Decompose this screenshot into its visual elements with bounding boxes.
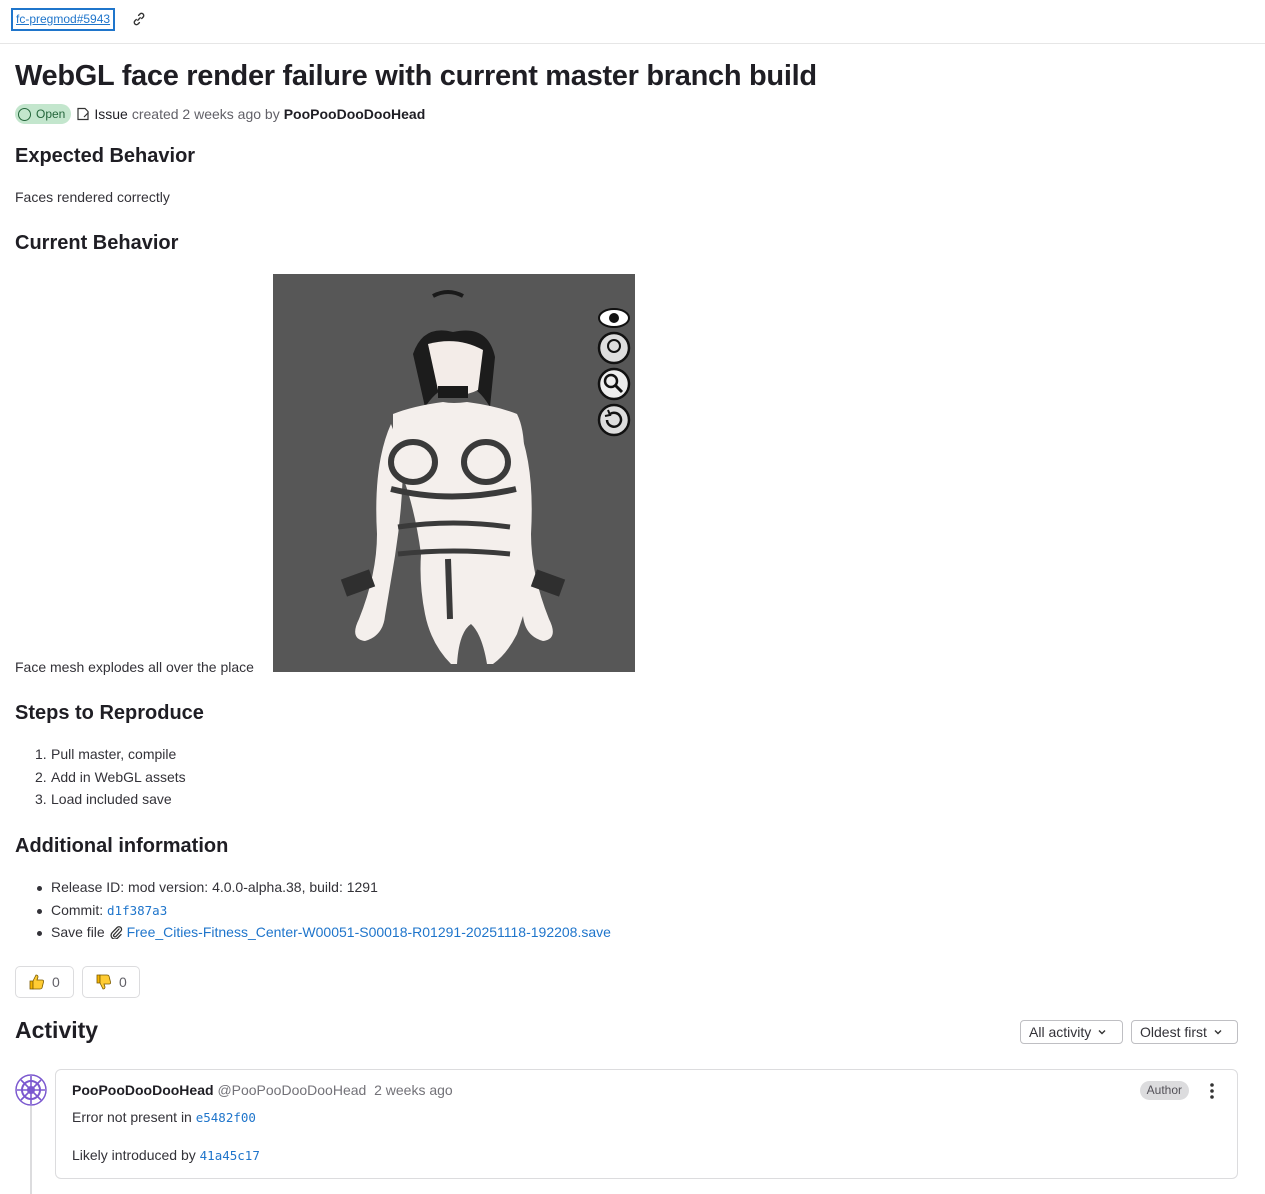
activity-filter-dropdown[interactable]: All activity bbox=[1020, 1020, 1123, 1044]
status-label: Open bbox=[36, 107, 66, 121]
thumbs-down-icon bbox=[96, 974, 111, 990]
commit-link[interactable]: d1f387a3 bbox=[107, 903, 167, 918]
thumbs-down-button[interactable]: 0 bbox=[82, 966, 140, 998]
thumbs-down-count: 0 bbox=[119, 974, 127, 990]
face-icon[interactable] bbox=[597, 331, 631, 365]
activity-heading: Activity bbox=[15, 1017, 99, 1043]
additional-info-heading: Additional information bbox=[15, 835, 229, 857]
status-badge: Open bbox=[15, 104, 72, 124]
note-author-name[interactable]: PooPooDooDooHead bbox=[72, 1082, 214, 1098]
note-timestamp[interactable]: 2 weeks ago bbox=[374, 1082, 453, 1098]
issue-title: WebGL face render failure with current m… bbox=[15, 60, 817, 92]
kebab-menu-icon[interactable] bbox=[1205, 1081, 1219, 1101]
render-controls bbox=[597, 308, 631, 437]
steps-heading: Steps to Reproduce bbox=[15, 702, 204, 724]
avatar[interactable] bbox=[15, 1074, 47, 1106]
issue-reference-link[interactable]: fc-pregmod#5943 bbox=[11, 8, 116, 31]
comment-note: PooPooDooDooHead @PooPooDooDooHead 2 wee… bbox=[55, 1069, 1238, 1179]
issue-type-label: Issue bbox=[94, 106, 128, 122]
top-bar: fc-pregmod#5943 bbox=[0, 0, 1265, 44]
issue-meta: Open Issue created 2 weeks ago by PooPoo… bbox=[15, 104, 425, 124]
author-badge: Author bbox=[1139, 1081, 1189, 1100]
note-author-handle[interactable]: @PooPooDooDooHead bbox=[217, 1082, 366, 1098]
open-status-icon bbox=[18, 107, 31, 121]
reset-icon[interactable] bbox=[597, 403, 631, 437]
timeline-line bbox=[30, 1106, 32, 1194]
link-icon[interactable] bbox=[131, 11, 147, 27]
chevron-down-icon bbox=[1098, 1030, 1106, 1035]
commit-link[interactable]: 41a45c17 bbox=[200, 1148, 260, 1163]
issue-type-icon bbox=[77, 107, 90, 121]
save-file-link[interactable]: Free_Cities-Fitness_Center-W00051-S00018… bbox=[127, 924, 611, 940]
chevron-down-icon bbox=[1214, 1030, 1222, 1035]
list-item: 3. Load included save bbox=[35, 791, 172, 808]
sort-order-label: Oldest first bbox=[1140, 1024, 1207, 1040]
render-screenshot-image[interactable] bbox=[273, 274, 635, 672]
note-line-2: Likely introduced by 41a45c17 bbox=[72, 1147, 260, 1163]
note-header: PooPooDooDooHead @PooPooDooDooHead 2 wee… bbox=[72, 1082, 453, 1098]
commit-item: Commit: d1f387a3 bbox=[35, 899, 611, 922]
activity-filter-label: All activity bbox=[1029, 1024, 1092, 1040]
created-text: created 2 weeks ago by bbox=[131, 106, 280, 122]
note-line-1: Error not present in e5482f00 bbox=[72, 1109, 256, 1125]
eye-icon[interactable] bbox=[598, 308, 630, 328]
current-behavior-heading: Current Behavior bbox=[15, 232, 179, 254]
paperclip-icon bbox=[110, 926, 122, 940]
release-id-item: Release ID: mod version: 4.0.0-alpha.38,… bbox=[35, 876, 611, 899]
info-list: Release ID: mod version: 4.0.0-alpha.38,… bbox=[35, 876, 611, 944]
thumbs-up-button[interactable]: 0 bbox=[15, 966, 74, 998]
zoom-icon[interactable] bbox=[597, 367, 631, 401]
steps-list: 1. Pull master, compile 2. Add in WebGL as… bbox=[35, 743, 186, 811]
render-illustration bbox=[273, 274, 635, 672]
thumbs-up-icon bbox=[29, 974, 44, 990]
list-item: 2. Add in WebGL assets bbox=[35, 768, 186, 785]
expected-behavior-heading: Expected Behavior bbox=[15, 145, 196, 167]
list-item: 1. Pull master, compile bbox=[35, 746, 177, 762]
sort-order-dropdown[interactable]: Oldest first bbox=[1131, 1020, 1238, 1044]
commit-link[interactable]: e5482f00 bbox=[196, 1110, 256, 1125]
expected-behavior-text: Faces rendered correctly bbox=[15, 189, 170, 205]
issue-author-link[interactable]: PooPooDooDooHead bbox=[284, 106, 426, 122]
current-behavior-text: Face mesh explodes all over the place bbox=[15, 659, 254, 675]
save-file-item: Save file Free_Cities-Fitness_Center-W00… bbox=[35, 921, 611, 944]
thumbs-up-count: 0 bbox=[52, 974, 60, 990]
